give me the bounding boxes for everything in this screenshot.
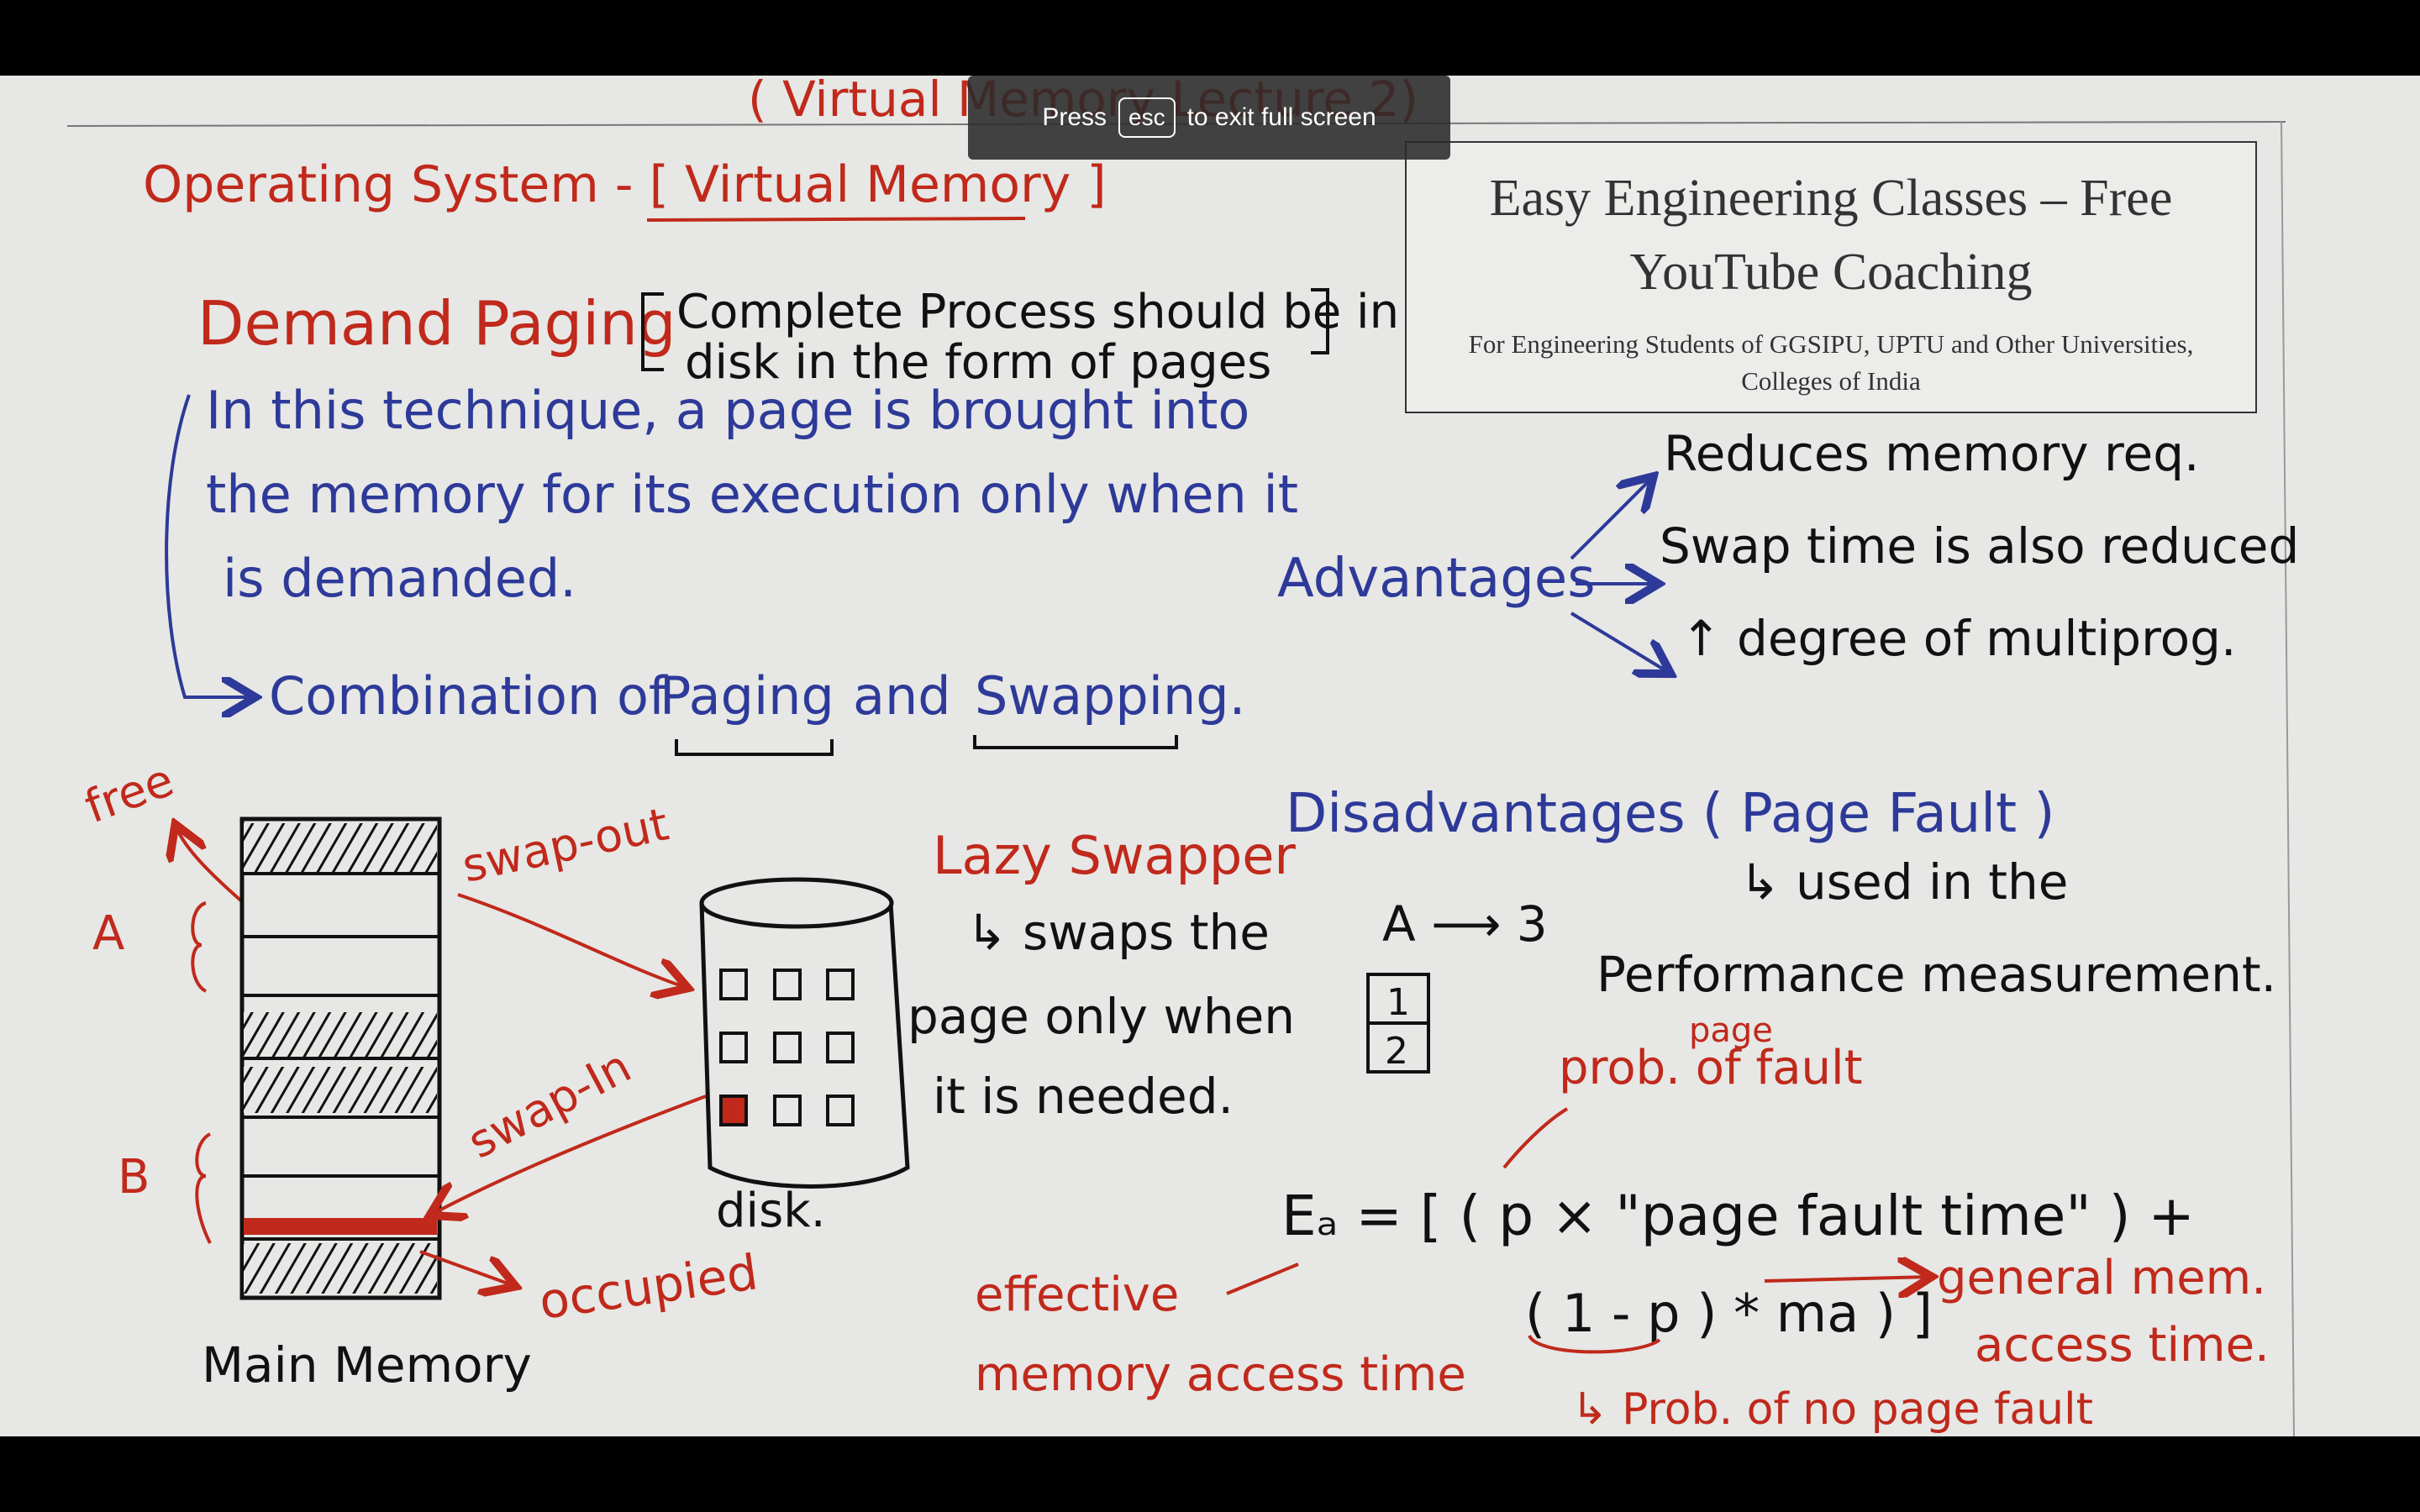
free-label: free — [78, 753, 181, 834]
a-to-3: A ⟶ 3 — [1382, 895, 1548, 953]
advantage-1: Reduces memory req. — [1664, 425, 2199, 482]
main-memory-block — [239, 816, 442, 1300]
advantages-label: Advantages — [1277, 548, 1596, 610]
advantage-3: ↑ degree of multiprog. — [1681, 610, 2236, 667]
fullscreen-exit-text: to exit full screen — [1186, 103, 1376, 131]
general-mem-2: access time. — [1975, 1318, 2270, 1373]
cell-2: 2 — [1385, 1030, 1408, 1073]
effective-label-2: memory access time — [975, 1347, 1466, 1402]
main-memory-label: Main Memory — [202, 1336, 532, 1394]
lazy-line-2: page only when — [908, 988, 1295, 1045]
cell-1: 1 — [1386, 981, 1410, 1024]
disadvantages-label: Disadvantages ( Page Fault ) — [1286, 783, 2054, 845]
combination-text: Combination of — [269, 665, 669, 727]
lazy-line-1: ↳ swaps the — [966, 904, 1270, 961]
channel-logo-box: Easy Engineering Classes – Free YouTube … — [1405, 141, 2257, 413]
technique-line-3: is demanded. — [223, 548, 576, 609]
advantage-2: Swap time is also reduced — [1660, 517, 2299, 575]
prob-no-fault-label: ↳ Prob. of no page fault — [1571, 1384, 2093, 1435]
page-heading: Operating System - [ Virtual Memory ] — [143, 155, 1107, 214]
label-b: B — [118, 1150, 150, 1205]
and-word: and — [853, 665, 951, 727]
technique-line-2: the memory for its execution only when i… — [206, 464, 1298, 525]
technique-line-1: In this technique, a page is brought int… — [206, 380, 1249, 441]
lazy-swapper-title: Lazy Swapper — [933, 825, 1296, 886]
fullscreen-notice: Press esc to exit full screen — [968, 76, 1450, 160]
label-a: A — [92, 906, 124, 961]
logo-subtitle: For Engineering Students of GGSIPU, UPTU… — [1468, 329, 2194, 396]
paging-word: Paging — [660, 665, 834, 727]
formula-line-1: Eₐ = [ ( p × "page fault time" ) + — [1281, 1184, 2195, 1248]
occupied-label: occupied — [535, 1243, 760, 1331]
swap-in-label: swap-In — [460, 1040, 639, 1169]
used-in-text: ↳ used in the — [1739, 853, 2068, 911]
swapping-word: Swapping. — [975, 665, 1245, 727]
demand-paging-title: Demand Paging — [197, 288, 676, 359]
fullscreen-press-text: Press — [1042, 103, 1107, 131]
lazy-line-3: it is needed. — [933, 1068, 1234, 1125]
prob-fault-label: prob. of fault — [1559, 1041, 1863, 1095]
disk-label: disk. — [716, 1184, 826, 1238]
logo-title: Easy Engineering Classes – Free YouTube … — [1489, 170, 2173, 301]
performance-text: Performance measurement. — [1597, 946, 2276, 1003]
effective-label-1: effective — [975, 1268, 1179, 1322]
whiteboard: ( Virtual Memory Lecture 2) Operating Sy… — [0, 76, 2420, 1436]
disk-cylinder — [699, 877, 910, 1189]
general-mem-1: general mem. — [1937, 1251, 2266, 1305]
swap-out-label: swap-out — [458, 797, 673, 892]
esc-key-badge[interactable]: esc — [1118, 97, 1176, 138]
formula-line-2: ( 1 - p ) * ma ) ] — [1525, 1283, 1933, 1344]
demand-note-line-1: Complete Process should be in — [676, 285, 1399, 339]
